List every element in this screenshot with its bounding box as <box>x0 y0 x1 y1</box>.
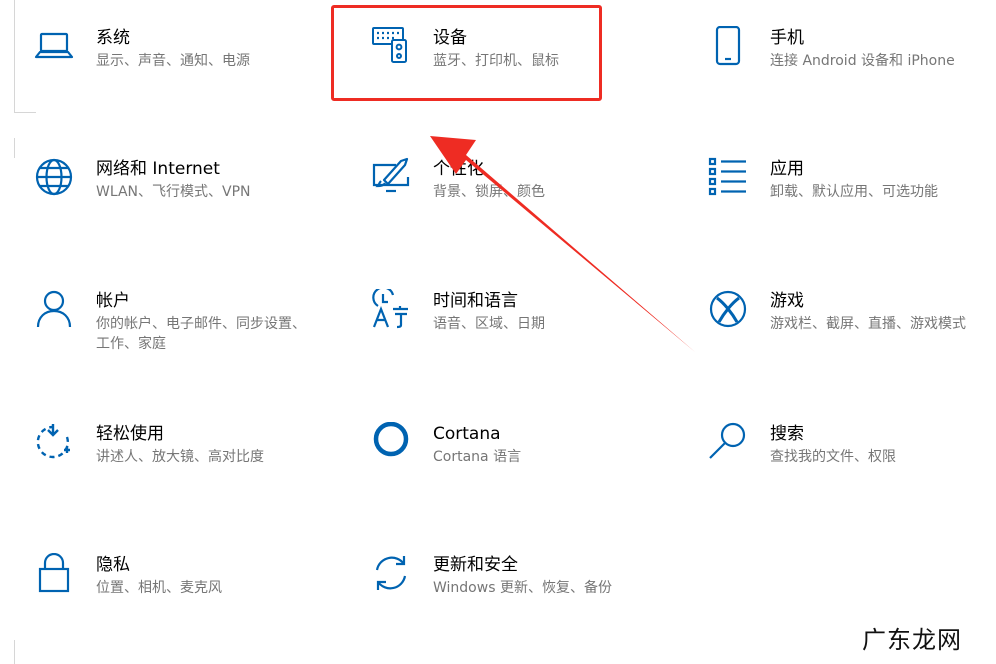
watermark: 广东龙网 <box>862 626 962 654</box>
annotation-arrow <box>430 136 695 352</box>
